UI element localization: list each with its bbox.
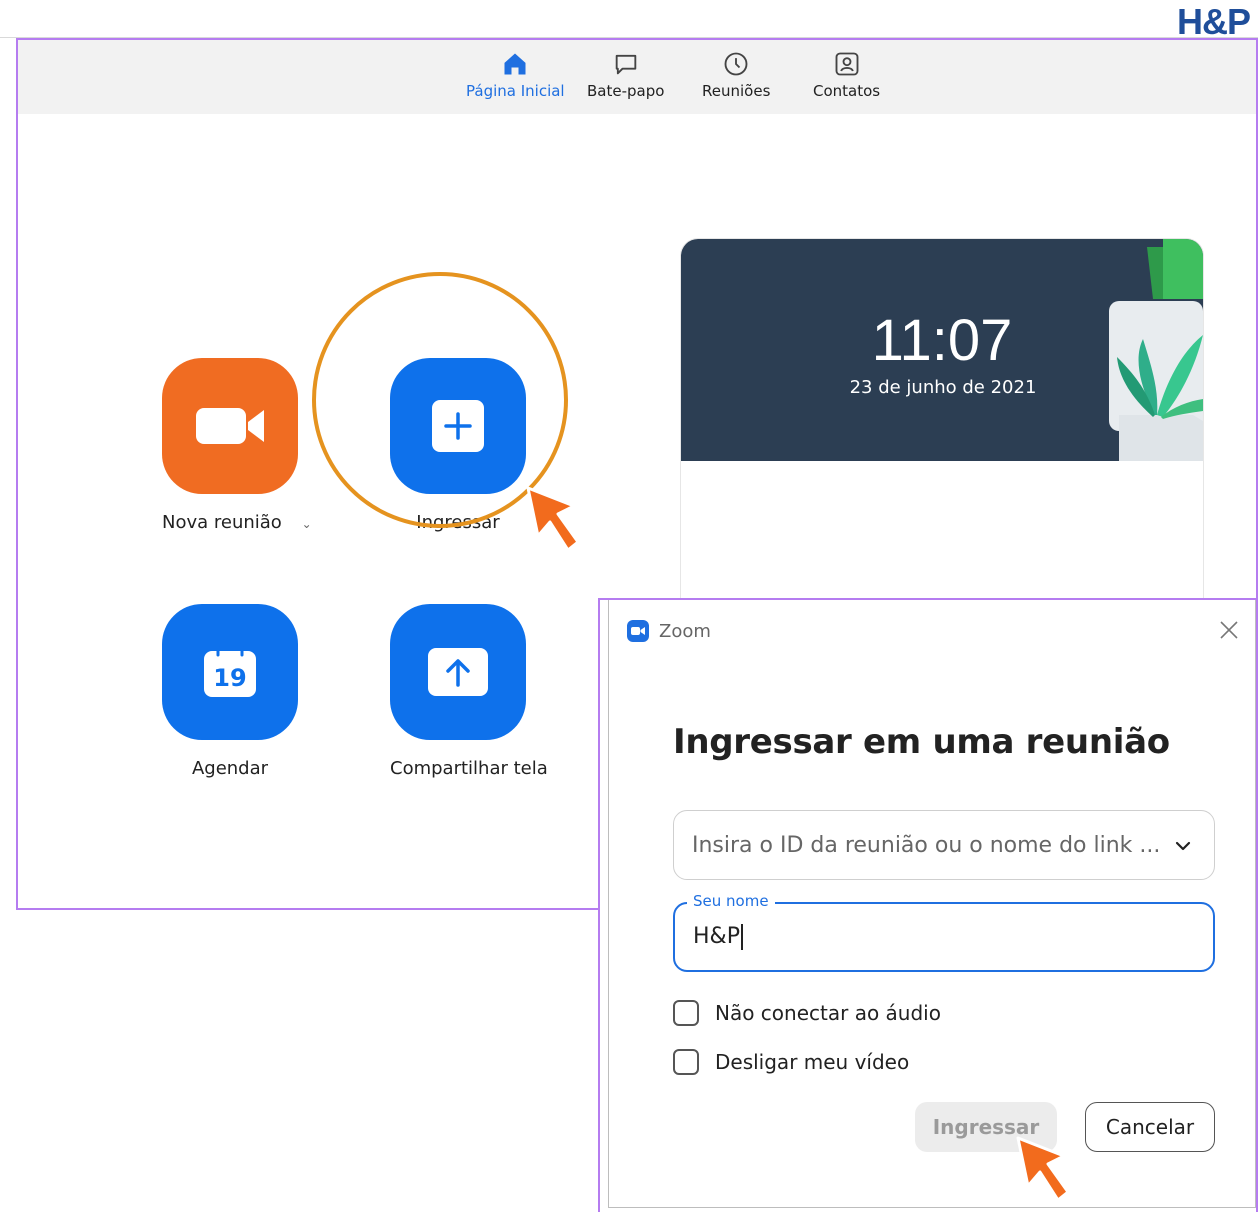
video-off-option[interactable]: Desligar meu vídeo: [673, 1049, 909, 1075]
dialog-heading: Ingressar em uma reunião: [673, 722, 1170, 762]
tab-contacts[interactable]: Contatos: [813, 50, 880, 110]
tab-label: Contatos: [813, 82, 881, 100]
share-screen-action[interactable]: Compartilhar tela: [390, 604, 548, 779]
no-audio-checkbox[interactable]: [673, 1000, 699, 1026]
share-screen-label: Compartilhar tela: [390, 758, 548, 779]
schedule-action[interactable]: 19 Agendar: [162, 604, 298, 779]
video-camera-icon: [196, 408, 264, 444]
contacts-icon: [835, 52, 858, 76]
tab-label: Página Inicial: [466, 82, 565, 100]
name-field-value: H&P: [693, 924, 743, 950]
schedule-label: Agendar: [191, 758, 269, 779]
dialog-titlebar: Zoom: [627, 620, 711, 642]
share-screen-button[interactable]: [390, 604, 526, 740]
cursor-pointer-icon: [526, 486, 580, 552]
calendar-icon: 19: [203, 646, 257, 698]
close-icon[interactable]: [1217, 618, 1241, 642]
no-audio-option[interactable]: Não conectar ao áudio: [673, 1000, 941, 1026]
meeting-id-placeholder: Insira o ID da reunião ou o nome do link…: [692, 832, 1161, 858]
calendar-day: 19: [213, 664, 247, 692]
video-off-checkbox[interactable]: [673, 1049, 699, 1075]
dialog-app-name: Zoom: [659, 620, 711, 642]
brand-logo: H&P: [1176, 4, 1250, 38]
name-field-label: Seu nome: [687, 892, 775, 910]
tab-chat[interactable]: Bate-papo: [587, 50, 664, 110]
top-nav-bar: Página Inicial Bate-papo Reuniões Contat…: [18, 40, 1256, 114]
dialog-cancel-button[interactable]: Cancelar: [1085, 1102, 1215, 1152]
new-meeting-button[interactable]: [162, 358, 298, 494]
chevron-down-icon[interactable]: ⌄: [302, 517, 312, 531]
no-audio-label: Não conectar ao áudio: [715, 1001, 941, 1025]
chat-icon: [615, 54, 636, 75]
tab-home[interactable]: Página Inicial: [466, 50, 565, 110]
tab-label: Reuniões: [702, 82, 771, 100]
video-off-label: Desligar meu vídeo: [715, 1050, 910, 1074]
clock-time: 11:07: [871, 308, 1013, 373]
tab-label: Bate-papo: [587, 82, 665, 100]
chevron-down-icon[interactable]: [1172, 835, 1194, 857]
new-meeting-action[interactable]: Nova reunião ⌄: [162, 358, 312, 533]
clock-date: 23 de junho de 2021: [849, 377, 1037, 398]
zoom-logo-icon: [627, 620, 649, 642]
arrow-up-icon: [428, 648, 488, 696]
clock-banner: 11:07 23 de junho de 2021: [681, 239, 1203, 461]
schedule-button[interactable]: 19: [162, 604, 298, 740]
name-input[interactable]: Seu nome H&P: [673, 892, 1215, 972]
tab-meetings[interactable]: Reuniões: [702, 50, 770, 110]
meeting-id-input[interactable]: Insira o ID da reunião ou o nome do link…: [673, 810, 1215, 880]
join-meeting-dialog: Zoom Ingressar em uma reunião Insira o I…: [598, 598, 1258, 1212]
clock-icon: [724, 52, 748, 76]
home-icon: [504, 53, 526, 75]
dialog-body: Zoom Ingressar em uma reunião Insira o I…: [608, 600, 1256, 1208]
new-meeting-label: Nova reunião ⌄: [162, 512, 312, 533]
cursor-pointer-icon: [1016, 1136, 1070, 1202]
